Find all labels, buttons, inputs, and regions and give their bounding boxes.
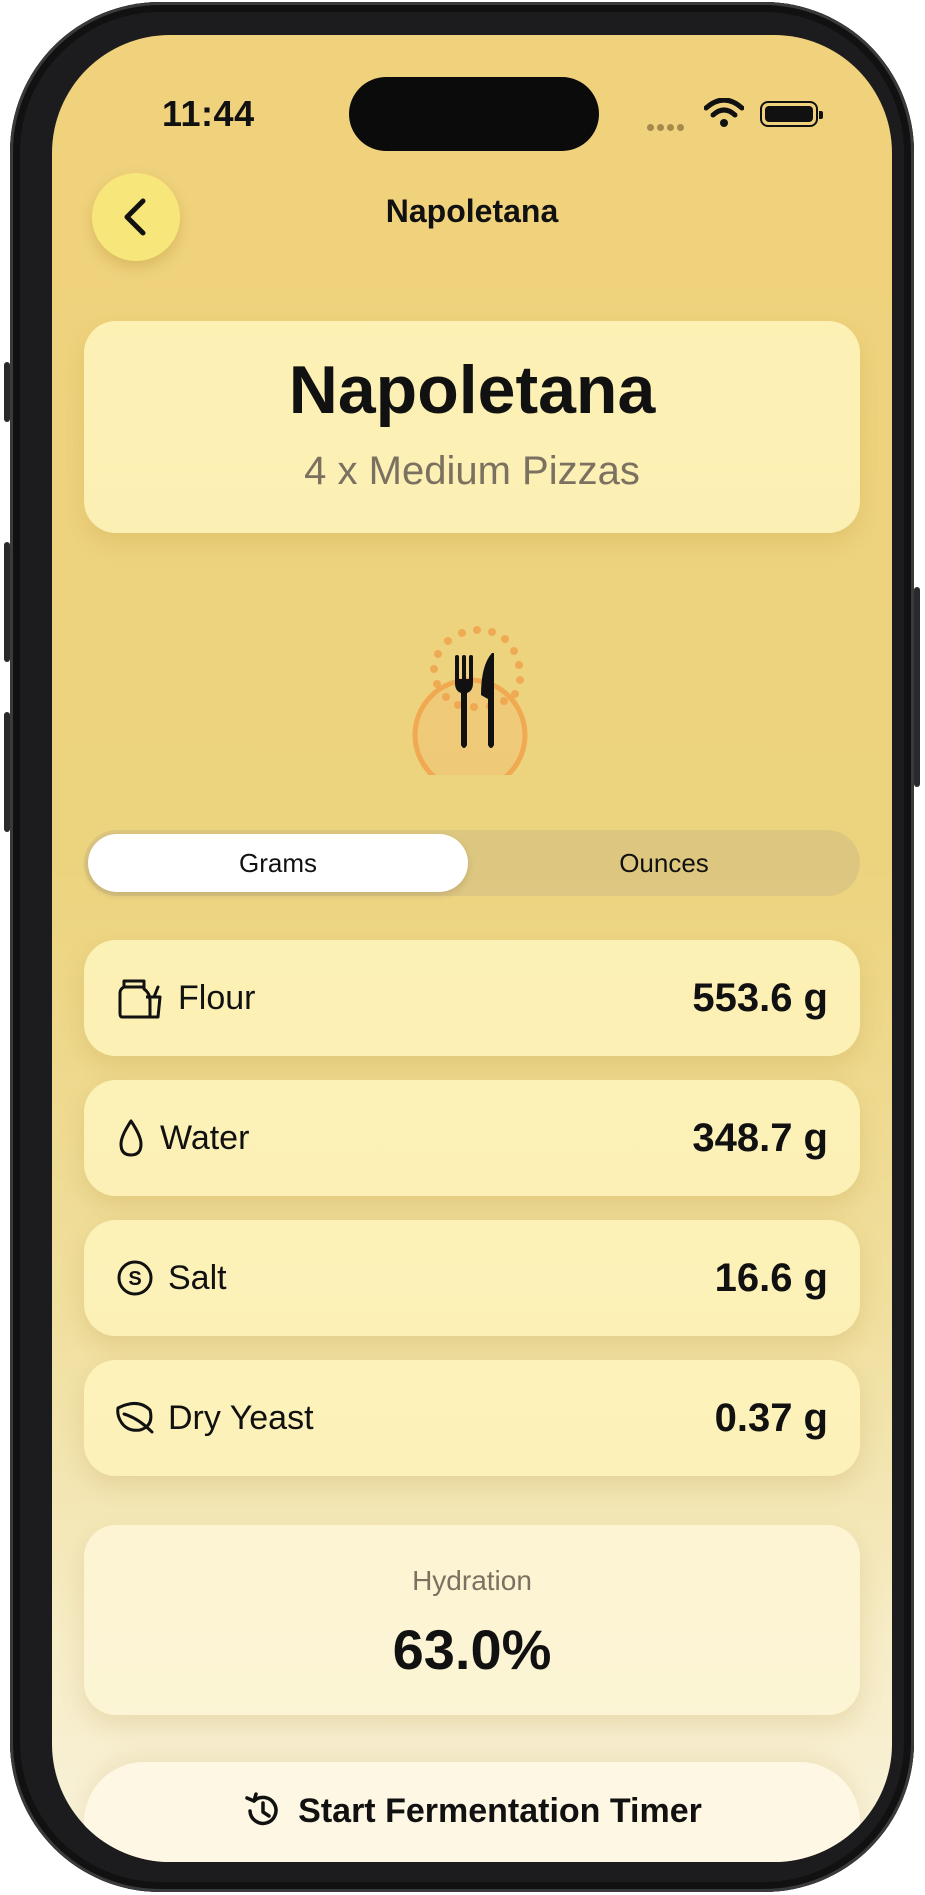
unit-segmented-control: Grams Ounces: [84, 830, 860, 896]
recipe-subtitle: 4 x Medium Pizzas: [304, 449, 640, 493]
power-button: [914, 587, 920, 787]
hydration-value: 63.0%: [392, 1618, 552, 1681]
ingredient-value: 553.6 g: [692, 975, 828, 1020]
nav-title: Napoletana: [385, 193, 559, 229]
ingredient-name: Flour: [178, 978, 256, 1017]
svg-text:S: S: [128, 1268, 141, 1290]
flour-bag-icon: [114, 972, 166, 1024]
start-fermentation-timer-button[interactable]: Start Fermentation Timer: [84, 1762, 860, 1862]
fork-knife-icon: [402, 595, 542, 793]
volume-down-button: [4, 712, 10, 832]
leaf-icon: [114, 1392, 156, 1444]
screen: 11:44 Napoletana Napoletana 4 x Medium P…: [52, 35, 892, 1862]
water-drop-icon: [114, 1112, 148, 1164]
mute-switch: [4, 362, 10, 422]
cellular-signal-icon: [647, 118, 687, 136]
ingredient-row-dry-yeast: Dry Yeast 0.37 g: [84, 1360, 860, 1476]
phone-frame: 11:44 Napoletana Napoletana 4 x Medium P…: [4, 2, 920, 1892]
timer-button-content: Start Fermentation Timer: [84, 1790, 860, 1832]
ingredient-name: Dry Yeast: [168, 1398, 314, 1437]
segment-ounces[interactable]: Ounces: [472, 834, 856, 892]
dynamic-island: [349, 77, 599, 151]
recipe-title: Napoletana: [288, 352, 656, 428]
ingredient-row-salt: S Salt 16.6 g: [84, 1220, 860, 1336]
ingredient-row-flour: Flour 553.6 g: [84, 940, 860, 1056]
ingredient-name: Water: [160, 1118, 250, 1157]
hydration-label: Hydration: [412, 1565, 532, 1596]
ingredient-row-water: Water 348.7 g: [84, 1080, 860, 1196]
ingredient-name: Salt: [168, 1258, 227, 1297]
recipe-header-card: Napoletana 4 x Medium Pizzas: [84, 321, 860, 533]
battery-icon: [760, 101, 823, 127]
ingredient-value: 16.6 g: [714, 1255, 828, 1300]
timer-button-label: Start Fermentation Timer: [298, 1791, 702, 1830]
segment-grams[interactable]: Grams: [88, 834, 468, 892]
salt-coin-icon: S: [114, 1252, 156, 1304]
ingredient-value: 348.7 g: [692, 1115, 828, 1160]
timer-icon: [245, 1792, 278, 1826]
ingredient-value: 0.37 g: [714, 1395, 828, 1440]
hydration-card: Hydration 63.0%: [84, 1525, 860, 1715]
wifi-icon: [703, 97, 745, 133]
status-time: 11:44: [162, 93, 255, 134]
volume-up-button: [4, 542, 10, 662]
